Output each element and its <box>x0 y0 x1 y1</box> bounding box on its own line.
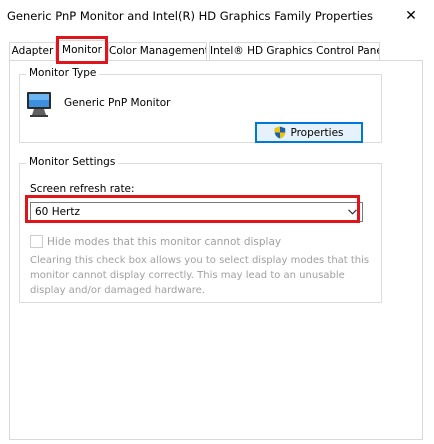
tab-color-management[interactable]: Color Management <box>108 42 207 61</box>
close-icon: ✕ <box>405 8 417 24</box>
refresh-rate-select[interactable]: 60 Hertz <box>30 202 363 222</box>
chevron-down-icon <box>348 203 357 221</box>
tab-adapter[interactable]: Adapter <box>9 42 56 61</box>
hide-modes-row: Hide modes that this monitor cannot disp… <box>30 235 281 248</box>
hide-modes-checkbox[interactable] <box>30 235 43 248</box>
description-line-3: display and/or damaged hardware. <box>30 285 205 296</box>
tab-panel-monitor: Monitor Type Generic PnP Monitor Propert… <box>9 60 423 440</box>
tab-monitor[interactable]: Monitor <box>58 40 106 62</box>
title-bar: Generic PnP Monitor and Intel(R) HD Grap… <box>0 0 434 32</box>
close-button[interactable]: ✕ <box>388 0 434 32</box>
hide-modes-label: Hide modes that this monitor cannot disp… <box>47 235 282 248</box>
monitor-type-group: Monitor Type Generic PnP Monitor Propert… <box>19 67 382 143</box>
hide-modes-description: Clearing this check box allows you to se… <box>30 253 375 298</box>
refresh-rate-label: Screen refresh rate: <box>30 183 135 195</box>
tab-intel-graphics-control-panel[interactable]: Intel® HD Graphics Control Panel <box>209 42 380 61</box>
properties-button-label: Properties <box>290 126 344 139</box>
properties-button[interactable]: Properties <box>255 122 363 143</box>
monitor-name: Generic PnP Monitor <box>64 97 171 109</box>
monitor-type-legend: Monitor Type <box>26 67 100 79</box>
shield-icon <box>275 126 286 139</box>
description-line-2: monitor cannot display correctly. This m… <box>30 270 345 281</box>
description-line-1: Clearing this check box allows you to se… <box>30 255 370 266</box>
monitor-icon <box>27 92 51 117</box>
monitor-settings-legend: Monitor Settings <box>26 156 119 168</box>
tab-strip: Adapter Monitor Color Management Intel® … <box>0 40 434 62</box>
monitor-settings-group: Monitor Settings Screen refresh rate: 60… <box>19 156 382 303</box>
refresh-rate-value: 60 Hertz <box>35 206 80 218</box>
window-title: Generic PnP Monitor and Intel(R) HD Grap… <box>7 9 373 23</box>
